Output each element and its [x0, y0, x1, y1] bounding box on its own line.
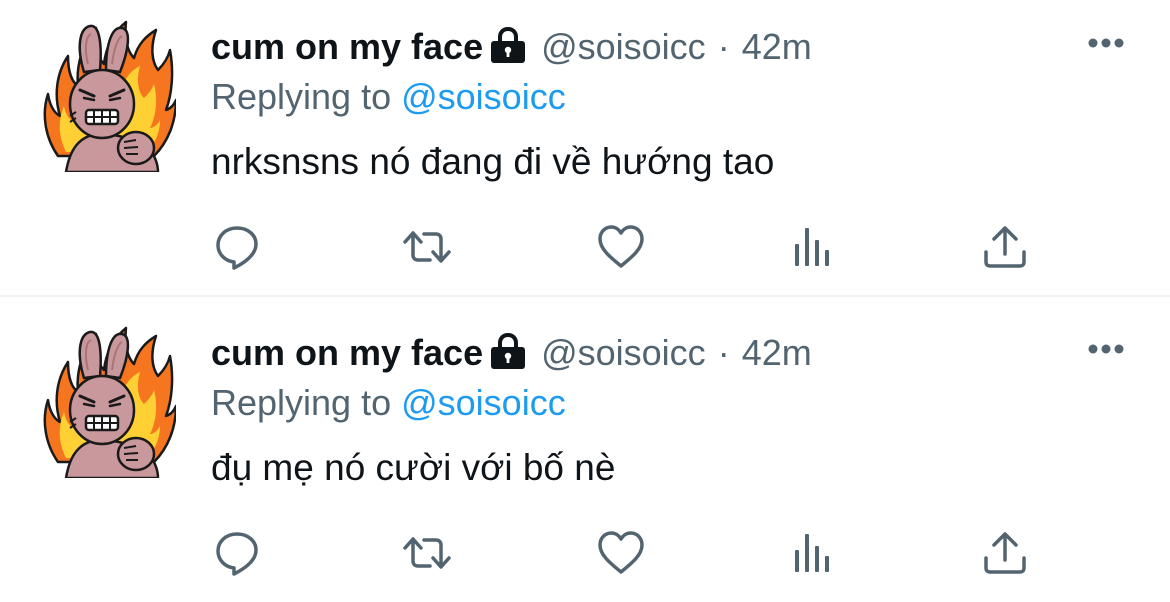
replying-to: Replying to @soisoicc — [211, 378, 566, 428]
retweet-button[interactable] — [402, 528, 452, 578]
avatar[interactable] — [40, 322, 176, 478]
replying-to-label: Replying to — [211, 76, 392, 117]
reply-button[interactable] — [212, 528, 262, 578]
tweet-2[interactable]: cum on my face @soisoicc · 42m Replying … — [0, 306, 1170, 602]
user-handle[interactable]: @soisoicc — [541, 328, 706, 378]
share-button[interactable] — [980, 222, 1030, 272]
share-button[interactable] — [980, 528, 1030, 578]
separator-dot: · — [717, 26, 730, 67]
share-icon — [980, 222, 1030, 272]
tweet-header: cum on my face @soisoicc · 42m — [211, 328, 812, 378]
separator-dot: · — [717, 332, 730, 373]
reply-button[interactable] — [212, 222, 262, 272]
lock-icon — [489, 332, 527, 368]
tweet-text: đụ mẹ nó cười với bố nè — [211, 447, 616, 488]
reply-icon — [212, 528, 262, 578]
tweet-header: cum on my face @soisoicc · 42m — [211, 22, 812, 72]
views-icon — [788, 528, 838, 578]
display-name[interactable]: cum on my face — [211, 328, 483, 378]
replying-to-handle[interactable]: @soisoicc — [401, 382, 566, 423]
avatar[interactable] — [40, 16, 176, 172]
views-button[interactable] — [788, 222, 838, 272]
timestamp[interactable]: 42m — [742, 328, 812, 378]
like-button[interactable] — [596, 528, 646, 578]
user-handle[interactable]: @soisoicc — [541, 22, 706, 72]
retweet-icon — [402, 222, 452, 272]
like-icon — [596, 222, 646, 272]
tweet-text: nrksnsns nó đang đi về hướng tao — [211, 141, 775, 182]
more-options-icon[interactable] — [1086, 342, 1126, 356]
share-icon — [980, 528, 1030, 578]
lock-icon — [489, 26, 527, 62]
views-button[interactable] — [788, 528, 838, 578]
views-icon — [788, 222, 838, 272]
retweet-button[interactable] — [402, 222, 452, 272]
replying-to: Replying to @soisoicc — [211, 72, 566, 122]
more-options-icon[interactable] — [1086, 36, 1126, 50]
replying-to-handle[interactable]: @soisoicc — [401, 76, 566, 117]
retweet-icon — [402, 528, 452, 578]
like-icon — [596, 528, 646, 578]
replying-to-label: Replying to — [211, 382, 392, 423]
reply-icon — [212, 222, 262, 272]
tweet-divider — [0, 295, 1170, 297]
like-button[interactable] — [596, 222, 646, 272]
display-name[interactable]: cum on my face — [211, 22, 483, 72]
timestamp[interactable]: 42m — [742, 22, 812, 72]
tweet-1[interactable]: cum on my face @soisoicc · 42m Replying … — [0, 0, 1170, 296]
